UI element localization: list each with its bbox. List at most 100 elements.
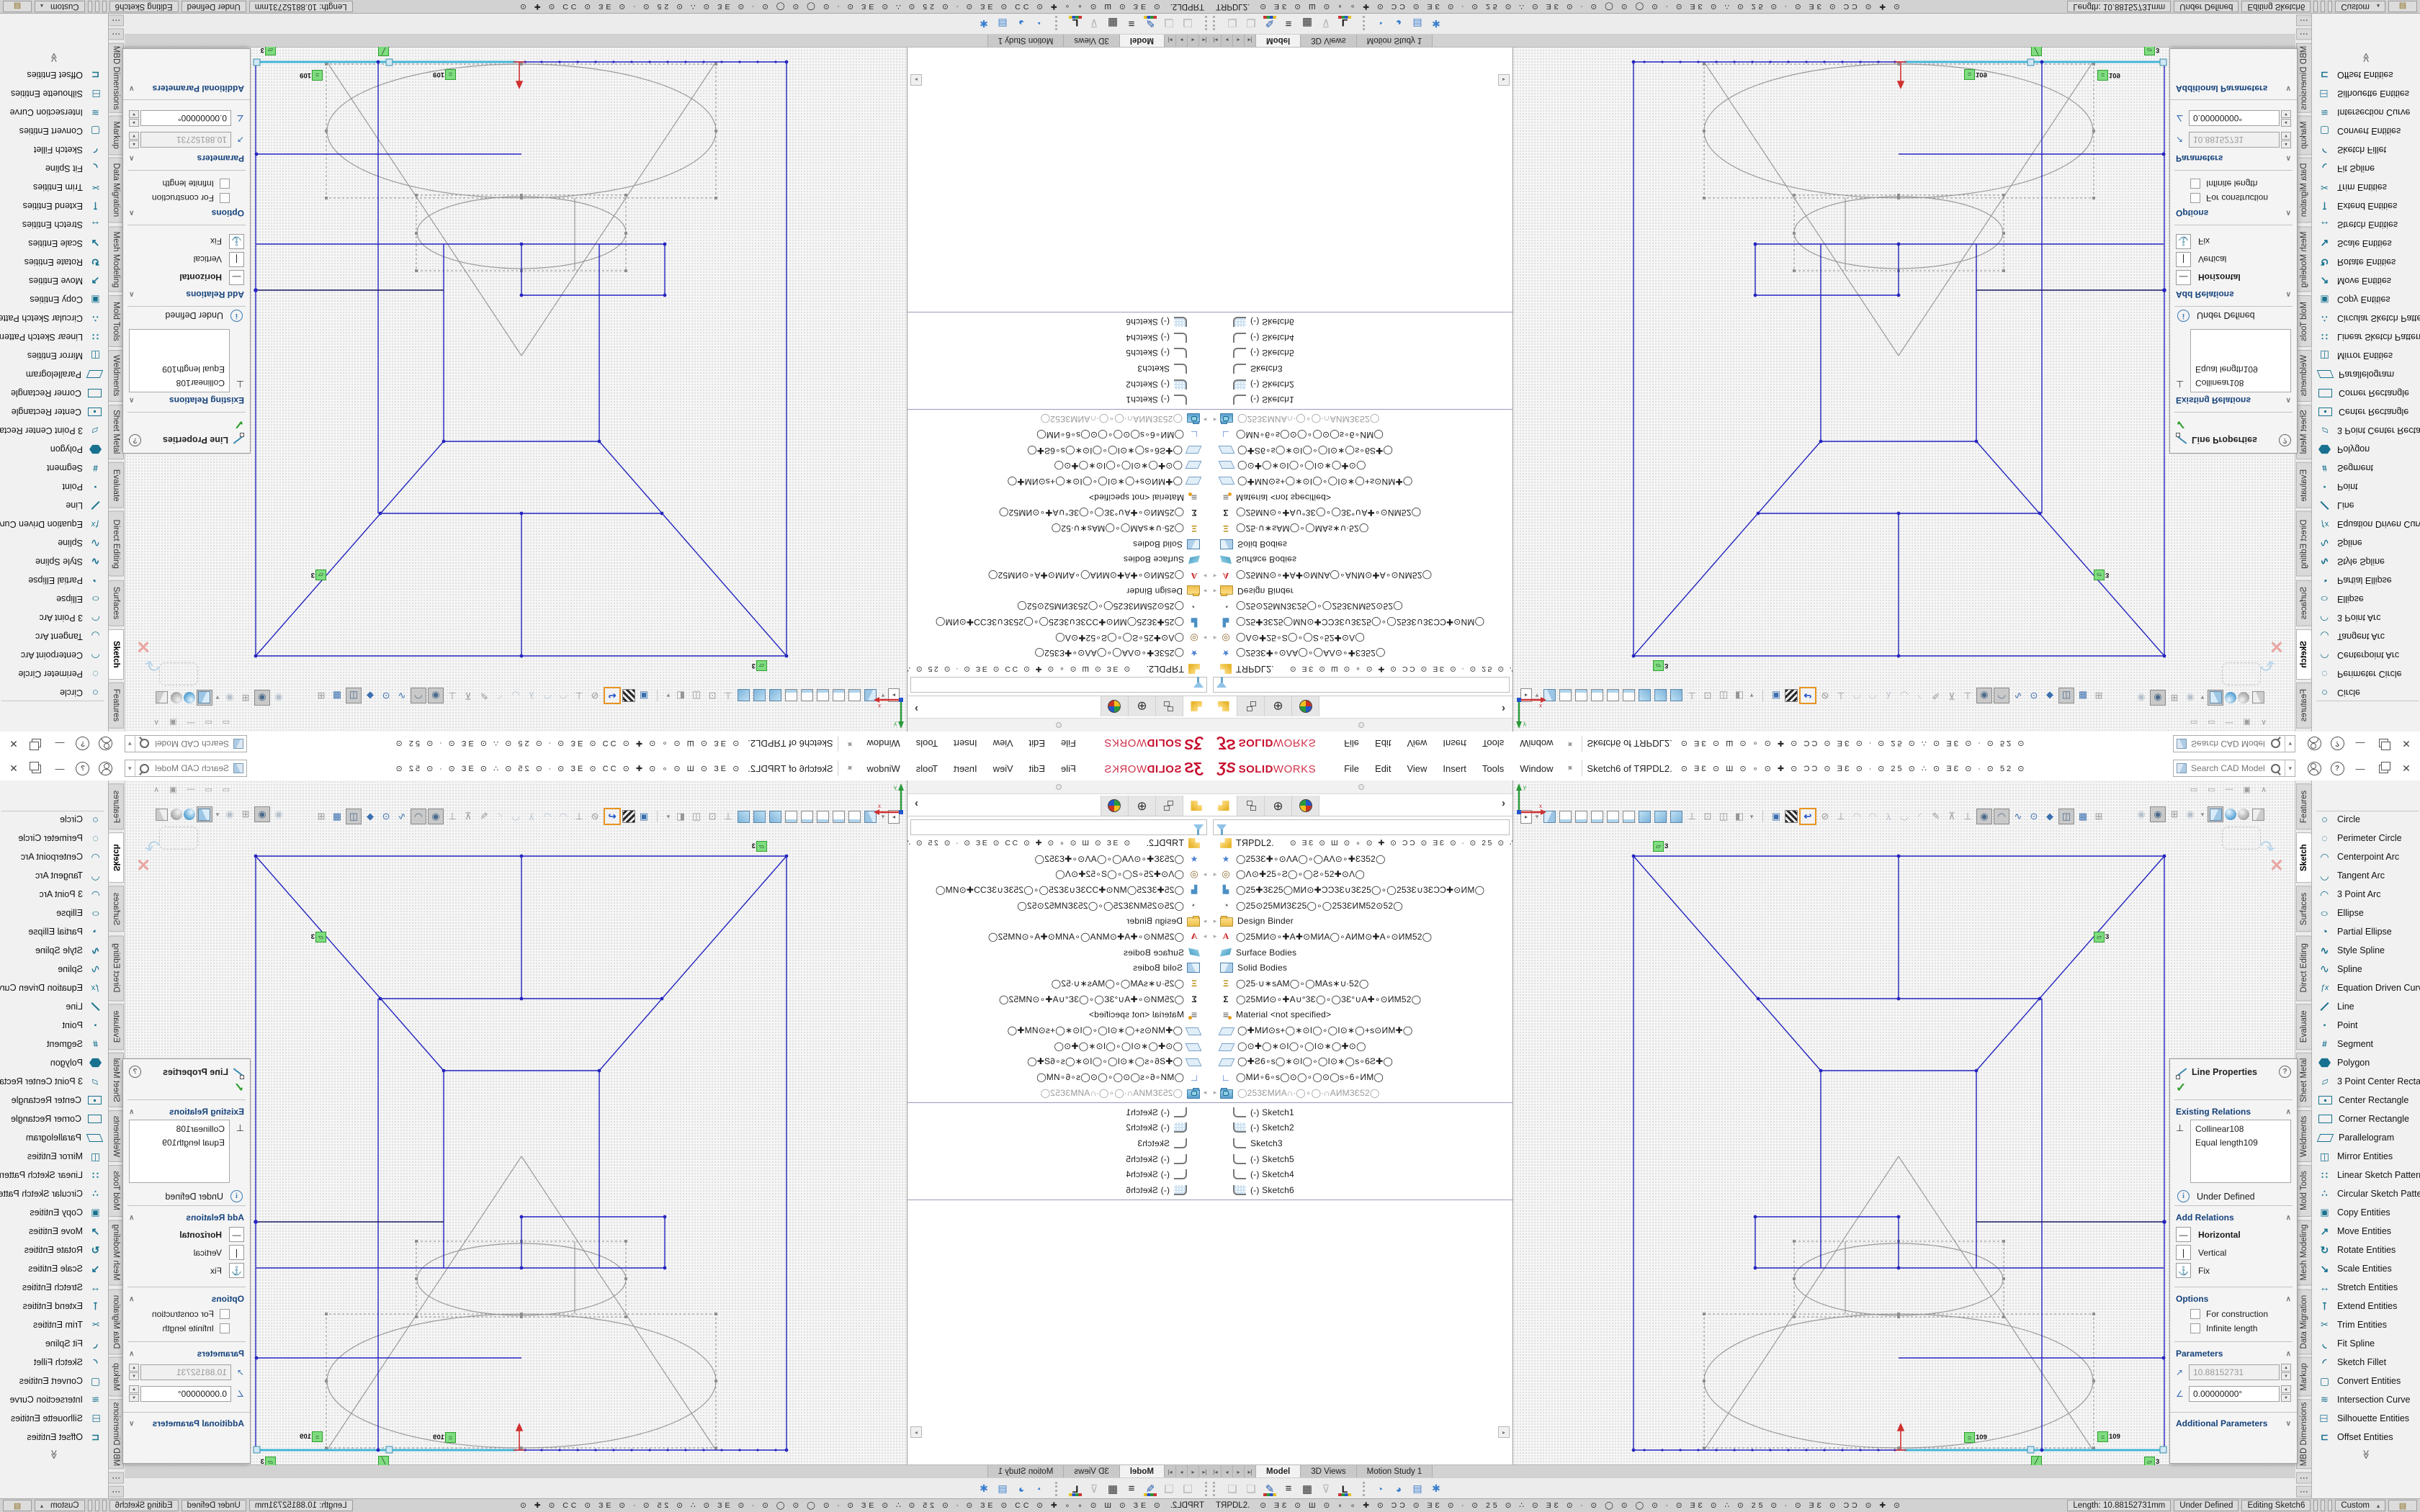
sketch-tree-item[interactable]: (-) Sketch5 (1210, 1151, 1512, 1167)
sketch-menu-item[interactable]: Extend Entities (0, 1297, 108, 1315)
menu-item[interactable]: File (1336, 763, 1367, 774)
tree-item[interactable]: ◯25✚3Ɛ25◯MИ⊙✚ƆƆ3Ɛ∪3Ɛ25◯∘◯253Ɛ∪3ƐƆƆ✚⊙ИM◯ (908, 882, 1210, 898)
menu-more-chevron[interactable]: ≫ (48, 1449, 60, 1459)
menu-item[interactable]: File (1053, 763, 1084, 774)
sketch-menu-item[interactable]: 3 Point Center Recta... (2312, 1072, 2420, 1091)
sketch-menu-item[interactable]: Circle (0, 810, 108, 829)
spinner[interactable]: ▲▼ (129, 1364, 139, 1381)
sketch-menu-item[interactable]: Perimeter Circle (0, 665, 108, 683)
checkbox[interactable] (220, 1309, 230, 1319)
menu-item[interactable]: View (985, 739, 1021, 750)
sketch-menu-item[interactable]: Style Spline (0, 941, 108, 960)
tree-item[interactable]: ◯✚Ƨ6∘s◯∗⊙I◯∘◯I⊙∗◯s∘6Ƨ✚◯ (1210, 1054, 1512, 1070)
relation-entry[interactable]: Collinear108 (2195, 1122, 2286, 1136)
panel-collapse-arrow[interactable]: › (915, 703, 918, 715)
tree-item[interactable]: ◯25✚3Ɛ25◯MИ⊙✚ƆƆ3Ɛ∪3Ɛ25◯∘◯253Ɛ∪3ƐƆƆ✚⊙ИM◯ (1210, 614, 1512, 630)
bottom-toolbar-icon[interactable] (1260, 1481, 1279, 1497)
sketch-menu-item[interactable]: Move Entities (2312, 271, 2420, 290)
relation-button-icon[interactable]: ❘ (2176, 1245, 2191, 1260)
sketch-menu-item[interactable]: Parallelogram (2312, 1128, 2420, 1147)
relation-badge[interactable]: ╱ (2031, 1456, 2043, 1465)
sketch-menu-item[interactable]: Copy Entities (0, 1203, 108, 1222)
tree-item[interactable]: ◯253Ɛ✚∘⊙ΛA◯∘◯AΛ⊙∘✚Ɛ352◯ (1210, 646, 1512, 662)
sketch-tree-item[interactable]: Sketch3 (1210, 1135, 1512, 1151)
bottom-toolbar-icon[interactable]: ▤ (993, 1481, 1012, 1497)
tree-item[interactable]: Solid Bodies (1210, 960, 1512, 976)
tree-item[interactable]: ◯✚MИ⊙s+◯∗⊙I◯∘◯I⊙∗◯+s⊙ИM✚◯ (1210, 474, 1512, 490)
collapse-icon[interactable]: ∧ (2286, 397, 2291, 405)
sketch-menu-item[interactable]: Copy Entities (0, 290, 108, 309)
tree-item[interactable]: ◯25∙∪∗sAM◯∘◯MAs∗∪∙52◯ (908, 976, 1210, 991)
command-tab[interactable]: Sheet Metal (2296, 405, 2312, 459)
sketch-menu-item[interactable]: Spline (0, 960, 108, 978)
toolbar-drag-handle[interactable] (1213, 17, 1219, 31)
command-tab[interactable]: ⋮ (2296, 14, 2312, 26)
sketch-tree-item[interactable]: (-) Sketch6 (1210, 1182, 1512, 1198)
tab-display-manager[interactable] (1101, 696, 1128, 716)
tab-nav-arrow[interactable]: |◂ (1198, 34, 1210, 47)
tree-item[interactable]: ◯253Ɛ✚∘⊙ΛA◯∘◯AΛ⊙∘✚Ɛ352◯ (908, 851, 1210, 867)
command-tab[interactable]: Evaluate (2296, 462, 2312, 508)
tree-hscroll-arrow[interactable]: ▸ (1498, 1426, 1510, 1438)
sketch-menu-item[interactable]: Segment (0, 1035, 108, 1053)
tree-item[interactable]: ◯MИ∘6∘s◯⊙◯∘◯⊙◯s∘6∘ИM◯ (1210, 427, 1512, 443)
section-existing-relations[interactable]: Existing Relations ∧ (2170, 392, 2297, 410)
sketch-menu-item[interactable]: Trim Entities (2312, 1315, 2420, 1334)
sketch-menu-item[interactable]: Convert Entities (2312, 122, 2420, 140)
menu-item[interactable]: Edit (1021, 763, 1053, 774)
pushpin-icon[interactable]: ✦ (844, 761, 858, 775)
expand-arrow-icon[interactable]: ▸ (1210, 917, 1220, 925)
command-tab[interactable]: Mold Tools (2296, 295, 2312, 347)
sketch-menu-item[interactable]: Center Rectangle (2312, 1091, 2420, 1110)
collapse-icon[interactable]: ∨ (129, 85, 134, 93)
tree-item[interactable]: Solid Bodies (1210, 536, 1512, 552)
sketch-tree-item[interactable]: Sketch3 (908, 361, 1210, 377)
tab-nav-arrow[interactable]: ▸ (1175, 34, 1187, 47)
command-tab[interactable]: Sketch (2296, 832, 2312, 883)
bottom-toolbar-icon[interactable]: ❏ (1178, 1481, 1197, 1497)
help-button[interactable]: ? (2328, 734, 2347, 753)
menu-more-chevron[interactable]: ≫ (2360, 1449, 2372, 1459)
command-tab[interactable]: Direct Editing (2296, 511, 2312, 577)
section-additional-parameters[interactable]: Additional Parameters ∨ (2170, 1412, 2297, 1431)
command-tab[interactable]: Weldments (2296, 350, 2312, 402)
tree-item[interactable]: ◯25∙∪∗sAM◯∘◯MAs∗∪∙52◯ (1210, 976, 1512, 991)
sketch-tree-item[interactable]: (-) Sketch1 (908, 392, 1210, 408)
tree-filter[interactable] (1213, 819, 1510, 835)
relation-badge[interactable]: = 109 (2097, 1431, 2120, 1442)
section-additional-parameters[interactable]: Additional Parameters ∨ (2170, 81, 2297, 100)
bottom-toolbar-icon[interactable]: ≡ (1279, 1481, 1298, 1497)
tree-root[interactable]: TЯPDL2. ⊙ ƎƐ ⊙ Ш ⊙ ∘ ⊙ ✚ ⊙ ƆƆ ⊙ ƎƐ ⊙ ∙ ⊙… (1210, 661, 1512, 677)
sketch-menu-item[interactable]: Polygon (0, 440, 108, 459)
command-tab[interactable]: Mesh Modeling (2296, 226, 2312, 292)
checkbox[interactable] (2190, 193, 2200, 203)
relation-badge[interactable]: ╱ (377, 1456, 389, 1465)
collapse-icon[interactable]: ∨ (129, 1420, 134, 1428)
command-tab[interactable]: Features (108, 683, 124, 729)
bottom-toolbar-icon[interactable] (1298, 16, 1317, 32)
tree-item[interactable]: ◯⊙✚◯∗⊙I◯∘◯I⊙∗◯✚⊙◯ (908, 1038, 1210, 1054)
tree-item[interactable]: Solid Bodies (908, 536, 1210, 552)
sketch-menu-item[interactable]: Segment (2312, 1035, 2420, 1053)
tab-nav-arrow[interactable]: ▸ (1233, 1465, 1245, 1478)
bottom-toolbar-icon[interactable]: ⊽ (1317, 1481, 1335, 1497)
section-add-relations[interactable]: Add Relations ∧ (2170, 287, 2297, 305)
collapse-icon[interactable]: ∧ (129, 210, 134, 217)
sketch-menu-item[interactable]: Move Entities (2312, 1222, 2420, 1241)
relation-button-icon[interactable]: ⚓ (2176, 1263, 2191, 1278)
sketch-menu-item[interactable]: Tangent Arc (2312, 866, 2420, 885)
section-existing-relations[interactable]: Existing Relations ∧ (2170, 1102, 2297, 1120)
relation-entry[interactable]: Equal length109 (2195, 363, 2286, 377)
command-tab[interactable]: Markup (108, 1357, 124, 1397)
tab-nav-arrow[interactable]: |◂ (1210, 1465, 1222, 1478)
minimize-button[interactable]: — (50, 759, 69, 778)
bottom-toolbar-icon[interactable]: ❏ (1160, 16, 1178, 32)
bottom-toolbar-icon[interactable]: ◔ (1371, 1481, 1389, 1497)
menu-more-chevron[interactable]: ≫ (48, 53, 60, 63)
bottom-toolbar-icon[interactable]: ◔ (1031, 1481, 1049, 1497)
relation-button-icon[interactable]: ⚓ (229, 1263, 244, 1278)
sketch-menu-item[interactable]: Center Rectangle (0, 402, 108, 421)
tree-item[interactable]: ◯25MИ⊙∘✚A∪°3Ɛ◯∘◯3Ɛ°∪A✚∘⊙ИM52◯ (1210, 505, 1512, 521)
spinner[interactable]: ▲▼ (2281, 131, 2291, 148)
sketch-menu-item[interactable]: Linear Sketch Pattern (0, 1166, 108, 1184)
